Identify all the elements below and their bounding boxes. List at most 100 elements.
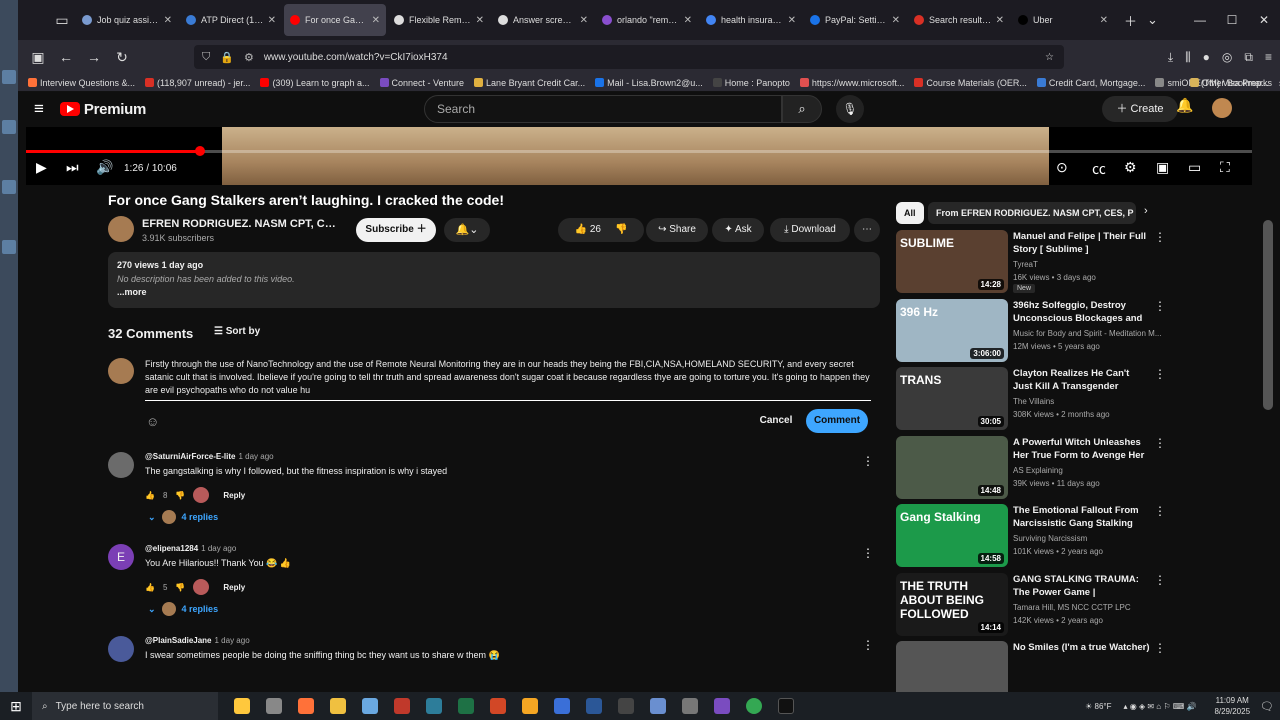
video-menu-icon[interactable]: ⋮ xyxy=(1154,230,1166,244)
chip-from-channel[interactable]: From EFREN RODRIGUEZ. NASM CPT, CES, P xyxy=(928,202,1136,224)
subscribe-button[interactable]: Subscribe ＋ xyxy=(356,218,436,242)
video-menu-icon[interactable]: ⋮ xyxy=(1154,641,1166,655)
play-icon[interactable]: ▶ xyxy=(36,159,47,176)
author-name[interactable]: @SaturniAirForce-E-lite xyxy=(145,452,235,461)
author-name[interactable]: @elipena1284 xyxy=(145,544,198,553)
chip-next-icon[interactable]: › xyxy=(1144,205,1148,217)
tray-icons[interactable]: ▴ ◉ ◈ ✉ ⌂ ⚐ ⌨ 🔊 xyxy=(1124,702,1197,711)
weather[interactable]: ☀ 86°F xyxy=(1085,702,1111,711)
related-video[interactable]: TRANS 30:05 Clayton Realizes He Can't Just… xyxy=(896,367,1166,431)
comment-menu-icon[interactable]: ⋮ xyxy=(862,638,874,652)
video-menu-icon[interactable]: ⋮ xyxy=(1154,367,1166,381)
bookmark-item[interactable]: Course Materials (OER... xyxy=(914,78,1027,88)
taskbar-search[interactable]: ⌕ Type here to search xyxy=(32,692,218,720)
description-box[interactable]: 270 views 1 day ago No description has b… xyxy=(108,252,880,308)
progress-knob[interactable] xyxy=(195,146,206,156)
new-tab-icon[interactable]: ＋ xyxy=(1124,11,1137,30)
browser-tab[interactable]: orlando "remote ✕ xyxy=(596,4,698,36)
channel-name[interactable]: AS Explaining xyxy=(1013,466,1163,475)
sort-by-button[interactable]: ☰ Sort by xyxy=(214,326,260,337)
close-tab-icon[interactable]: ✕ xyxy=(268,15,276,26)
close-tab-icon[interactable]: ✕ xyxy=(164,15,172,26)
close-tab-icon[interactable]: ✕ xyxy=(684,15,692,26)
video-title[interactable]: The Emotional Fallout From Narcissistic … xyxy=(1013,504,1151,530)
bookmark-item[interactable]: Credit Card, Mortgage... xyxy=(1036,78,1145,88)
related-video[interactable]: 14:48 A Powerful Witch Unleashes Her True… xyxy=(896,435,1166,500)
related-video[interactable]: THE TRUTH ABOUT BEING FOLLOWED 14:14 GANG … xyxy=(896,572,1166,637)
bookmark-item[interactable]: (309) Learn to graph a... xyxy=(260,78,370,88)
video-thumbnail[interactable]: 396 Hz 3:06:00 xyxy=(896,298,1008,362)
browser-tab[interactable]: Search results - ja ✕ xyxy=(908,4,1010,36)
like-dislike-button[interactable]: 👍 26 👎 xyxy=(558,218,644,242)
video-title[interactable]: 396hz Solfeggio, Destroy Unconscious Blo… xyxy=(1013,299,1151,326)
firefox-icon[interactable] xyxy=(298,698,314,714)
settings-icon[interactable]: ⚙ xyxy=(1124,159,1137,176)
autoplay-toggle-icon[interactable]: ⊙ xyxy=(1056,159,1068,176)
search-button[interactable]: ⌕ xyxy=(782,95,822,123)
guide-menu-icon[interactable]: ≡ xyxy=(34,99,44,119)
more-actions-button[interactable]: ⋯ xyxy=(854,218,880,242)
notify-button[interactable]: 🔔⌄ xyxy=(444,218,490,242)
replies-toggle[interactable]: ⌄ 4 replies xyxy=(148,510,218,524)
app-icon[interactable] xyxy=(586,698,602,714)
video-title[interactable]: Manuel and Felipe | Their Full Story [ S… xyxy=(1013,230,1151,256)
browser-tab[interactable]: PayPal: Settings ✕ xyxy=(804,4,906,36)
video-thumbnail[interactable]: 14:48 xyxy=(896,435,1008,499)
related-video[interactable]: 396 Hz 3:06:00 396hz Solfeggio, Destroy Un… xyxy=(896,298,1166,363)
copilot-icon[interactable] xyxy=(234,698,250,714)
close-tab-icon[interactable]: ✕ xyxy=(788,15,796,26)
page-scrollbar[interactable] xyxy=(1258,92,1280,692)
browser-tab[interactable]: Job quiz assistanc ✕ xyxy=(76,4,178,36)
clock[interactable]: 11:09 AM 8/29/2025 xyxy=(1214,695,1250,717)
downloads-icon[interactable]: ⤓ xyxy=(1168,50,1173,65)
video-thumbnail[interactable]: THE TRUTH ABOUT BEING FOLLOWED 14:14 xyxy=(896,572,1008,636)
close-tab-icon[interactable]: ✕ xyxy=(476,15,484,26)
fullscreen-icon[interactable]: ⛶ xyxy=(1220,159,1230,176)
back-icon[interactable]: ← xyxy=(54,49,78,65)
tiktok-icon[interactable] xyxy=(778,698,794,714)
notification-center-icon[interactable]: 🗨 xyxy=(1260,700,1274,713)
tab-list-icon[interactable]: ▭ xyxy=(50,12,74,29)
video-player[interactable]: ▶ ⏭ 🔊 1:26 / 10:06 ⊙ ㏄ ⚙ ▣ ▭ ⛶ xyxy=(26,127,1252,185)
bookmark-star-icon[interactable]: ☆ xyxy=(1045,52,1054,63)
forward-icon[interactable]: → xyxy=(82,49,106,65)
comment-menu-icon[interactable]: ⋮ xyxy=(862,546,874,560)
tab-overflow-icon[interactable]: ⌄ xyxy=(1147,12,1158,28)
replies-toggle[interactable]: ⌄ 4 replies xyxy=(148,602,218,616)
lock-icon[interactable]: 🔒 xyxy=(220,51,234,64)
notifications-icon[interactable]: 🔔 xyxy=(1176,97,1193,114)
close-tab-icon[interactable]: ✕ xyxy=(892,15,900,26)
close-tab-icon[interactable]: ✕ xyxy=(372,15,380,26)
sidebar-toggle-icon[interactable]: ▣ xyxy=(26,49,50,66)
library-icon[interactable]: ⫼ xyxy=(1185,50,1191,65)
cancel-button[interactable]: Cancel xyxy=(752,410,800,432)
file-explorer-icon[interactable] xyxy=(330,698,346,714)
comment-author[interactable]: @elipena1284 1 day ago xyxy=(145,544,236,553)
comment-avatar[interactable] xyxy=(108,636,134,662)
video-frame[interactable] xyxy=(222,127,1049,185)
related-video[interactable]: Gang Stalking 14:58 The Emotional Fallout … xyxy=(896,504,1166,568)
dislike-icon[interactable]: 👎 xyxy=(175,583,185,592)
create-button[interactable]: ＋ Create xyxy=(1102,96,1178,122)
voice-search-button[interactable]: 🎙 xyxy=(836,95,864,123)
like-icon[interactable]: 👍 xyxy=(145,491,155,500)
bookmark-item[interactable]: Lane Bryant Credit Car... xyxy=(474,78,585,88)
reply-button[interactable]: Reply xyxy=(223,583,245,592)
captions-icon[interactable]: ㏄ xyxy=(1092,159,1106,179)
minimize-icon[interactable]: — xyxy=(1184,0,1216,40)
channel-name[interactable]: The Villains xyxy=(1013,397,1163,406)
video-menu-icon[interactable]: ⋮ xyxy=(1154,573,1166,587)
video-title[interactable]: Clayton Realizes He Can't Just Kill A Tr… xyxy=(1013,367,1151,393)
video-title[interactable]: No Smiles (I'm a true Watcher) xyxy=(1013,641,1151,654)
desktop-icon[interactable] xyxy=(2,180,16,194)
maximize-icon[interactable]: ☐ xyxy=(1216,0,1248,40)
account-icon[interactable]: ◎ xyxy=(1222,50,1232,64)
excel-icon[interactable] xyxy=(458,698,474,714)
volume-icon[interactable]: 🔊 xyxy=(96,159,113,176)
app-icon[interactable] xyxy=(522,698,538,714)
video-thumbnail[interactable]: Gang Stalking 14:58 xyxy=(896,504,1008,567)
ask-button[interactable]: ✦ Ask xyxy=(712,218,764,242)
video-menu-icon[interactable]: ⋮ xyxy=(1154,504,1166,518)
menu-icon[interactable]: ≡ xyxy=(1265,50,1272,64)
browser-tab[interactable]: Flexible Remote ✕ xyxy=(388,4,490,36)
